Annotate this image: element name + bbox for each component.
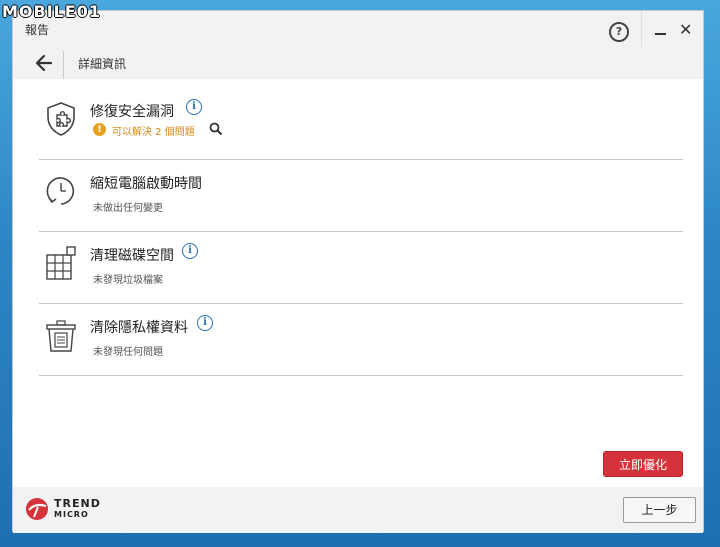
item-title: 縮短電腦啟動時間 (90, 176, 202, 192)
logo-text: TREND (54, 497, 101, 510)
subheader-divider (63, 51, 64, 79)
item-status: 未做出任何變更 (93, 203, 163, 214)
item-status: 未發現任何問題 (93, 347, 163, 358)
back-arrow-icon[interactable] (33, 52, 55, 74)
logo-subtext: MICRO (54, 510, 89, 519)
help-icon[interactable]: ? (609, 22, 629, 42)
minimize-button[interactable] (655, 33, 666, 35)
window-title: 報告 (25, 23, 50, 37)
list-item-disk-space: 清理磁碟空間 i 未發現垃圾檔案 (39, 231, 683, 304)
search-icon[interactable] (209, 122, 223, 136)
report-window: 報告 ? ✕ 詳細資訊 修復安全漏洞 i ! 可以解決 2 個問題 縮短電腦啟動… (12, 10, 704, 533)
warning-icon: ! (93, 123, 106, 136)
close-button[interactable]: ✕ (679, 21, 692, 39)
shield-puzzle-icon (47, 102, 75, 136)
trend-micro-logo-icon (26, 498, 48, 520)
info-icon[interactable]: i (182, 243, 198, 259)
titlebar-divider (641, 11, 642, 47)
info-icon[interactable]: i (197, 315, 213, 331)
trash-icon (46, 320, 76, 352)
item-title: 清除隱私權資料 (90, 320, 188, 336)
subheader-title: 詳細資訊 (78, 57, 127, 71)
grid-icon (46, 246, 76, 280)
watermark: MOBILE01 (2, 2, 102, 21)
item-status: 可以解決 2 個問題 (112, 127, 195, 138)
list-item-privacy-data: 清除隱私權資料 i 未發現任何問題 (39, 303, 683, 376)
optimize-now-button[interactable]: 立即優化 (603, 451, 683, 477)
info-icon[interactable]: i (186, 99, 202, 115)
list-item-fix-vulnerabilities: 修復安全漏洞 i ! 可以解決 2 個問題 (39, 87, 683, 160)
item-title: 修復安全漏洞 (90, 104, 174, 120)
previous-step-button[interactable]: 上一步 (623, 497, 696, 523)
bottom-bar: TREND MICRO 上一步 (13, 487, 703, 533)
item-status: 未發現垃圾檔案 (93, 275, 163, 286)
sub-header: 詳細資訊 (13, 47, 703, 79)
clock-icon (46, 177, 75, 205)
item-title: 清理磁碟空間 (90, 248, 174, 264)
list-item-startup-time: 縮短電腦啟動時間 未做出任何變更 (39, 159, 683, 232)
